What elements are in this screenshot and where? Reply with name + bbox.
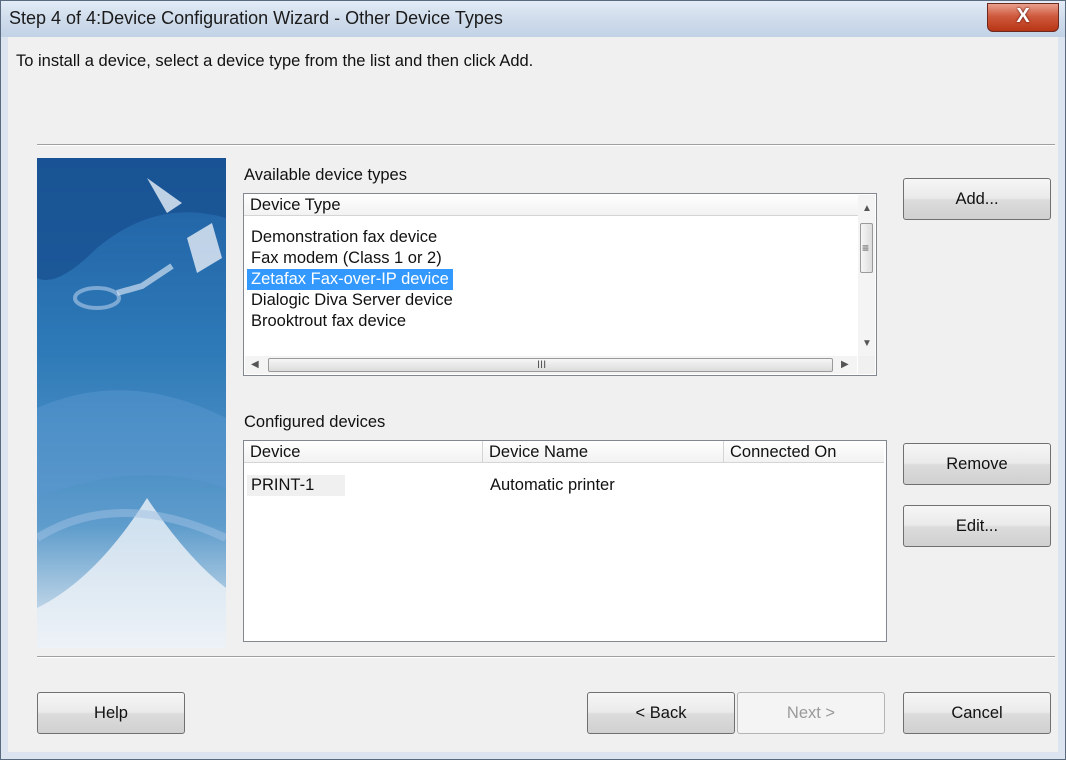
close-button[interactable]: X [987, 3, 1059, 32]
dialog-client-area: To install a device, select a device typ… [8, 37, 1058, 752]
device-type-item[interactable]: Demonstration fax device [247, 227, 441, 248]
available-device-types-label: Available device types [244, 166, 407, 184]
scroll-right-arrow-icon[interactable]: ▶ [841, 360, 849, 370]
back-button[interactable]: < Back [587, 692, 735, 734]
device-cell: PRINT-1 [247, 475, 345, 496]
window-title: Step 4 of 4:Device Configuration Wizard … [9, 8, 503, 28]
scroll-corner [858, 356, 875, 374]
grip-icon: III [537, 359, 547, 371]
instruction-text: To install a device, select a device typ… [16, 52, 534, 70]
device-type-item-selected[interactable]: Zetafax Fax-over-IP device [247, 269, 453, 290]
wizard-window: Step 4 of 4:Device Configuration Wizard … [0, 0, 1066, 760]
edit-button[interactable]: Edit... [903, 505, 1051, 547]
configured-devices-label: Configured devices [244, 413, 386, 431]
next-button: Next > [737, 692, 885, 734]
device-name-cell: Automatic printer [490, 476, 615, 494]
cancel-button[interactable]: Cancel [903, 692, 1051, 734]
add-button[interactable]: Add... [903, 178, 1051, 220]
top-separator [37, 144, 1055, 146]
help-button[interactable]: Help [37, 692, 185, 734]
vertical-scroll-thumb[interactable]: ≡ [860, 223, 873, 273]
scroll-left-arrow-icon[interactable]: ◀ [251, 360, 259, 370]
horizontal-scroll-thumb[interactable]: III [268, 358, 833, 372]
column-header-device[interactable]: Device [244, 441, 483, 463]
column-header-device-type[interactable]: Device Type [244, 194, 858, 216]
banner-graphic [37, 158, 226, 648]
close-icon: X [1016, 5, 1030, 27]
vertical-scrollbar[interactable]: ▲ ≡ ▼ [858, 195, 875, 356]
grip-icon: ≡ [862, 241, 870, 255]
device-type-item[interactable]: Dialogic Diva Server device [247, 290, 457, 311]
horizontal-scrollbar[interactable]: ◀ III ▶ [245, 356, 857, 374]
bottom-separator [37, 656, 1055, 658]
title-bar[interactable]: Step 4 of 4:Device Configuration Wizard … [1, 1, 1065, 37]
device-type-item[interactable]: Fax modem (Class 1 or 2) [247, 248, 446, 269]
remove-button[interactable]: Remove [903, 443, 1051, 485]
device-type-item[interactable]: Brooktrout fax device [247, 311, 410, 332]
available-device-types-list[interactable]: Device Type Demonstration fax device Fax… [243, 193, 877, 376]
configured-devices-list[interactable]: Device Device Name Connected On PRINT-1 … [243, 440, 887, 642]
column-header-connected-on[interactable]: Connected On [724, 441, 884, 463]
scroll-up-arrow-icon[interactable]: ▲ [862, 204, 872, 214]
column-header-device-name[interactable]: Device Name [483, 441, 724, 463]
wizard-banner-image [37, 158, 226, 648]
scroll-down-arrow-icon[interactable]: ▼ [862, 339, 872, 349]
